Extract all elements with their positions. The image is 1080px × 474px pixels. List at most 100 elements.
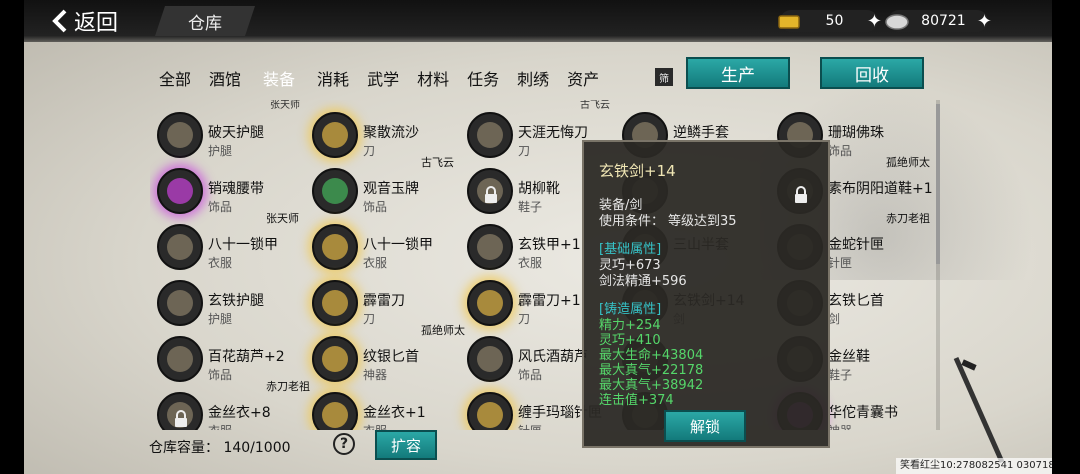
- sword-icon: [467, 280, 513, 326]
- item-type: 针匣: [828, 256, 853, 270]
- item-type: 饰品: [828, 144, 853, 158]
- item-type: 神器: [363, 368, 388, 382]
- item-type: 饰品: [363, 200, 388, 214]
- item-slot[interactable]: 玄铁护腿 护腿: [150, 276, 300, 334]
- item-slot[interactable]: 破天护腿 护腿: [150, 108, 300, 166]
- silver-value: 80721: [921, 13, 966, 29]
- tab-quest[interactable]: 任务: [467, 66, 499, 90]
- back-button[interactable]: 返回: [52, 6, 118, 36]
- jade-icon: [312, 168, 358, 214]
- add-silver-icon[interactable]: ✦: [977, 11, 992, 32]
- tab-warehouse[interactable]: 仓库: [155, 6, 255, 36]
- item-type: 刀: [363, 312, 376, 326]
- unlock-button[interactable]: 解锁: [664, 410, 746, 442]
- item-name: 逆鳞手套: [673, 125, 729, 141]
- tab-warehouse-label: 仓库: [188, 13, 222, 34]
- add-gold-icon[interactable]: ✦: [867, 11, 882, 32]
- grid-scrollbar[interactable]: [936, 100, 940, 430]
- forge-stat: 连击值+374: [599, 393, 674, 408]
- item-name: 胡柳靴: [518, 181, 560, 197]
- sword-icon: [312, 112, 358, 158]
- tab-all[interactable]: 全部: [159, 66, 191, 90]
- capacity-text: 仓库容量： 140/1000: [149, 437, 291, 457]
- item-type: 护腿: [208, 144, 233, 158]
- left-edge: [0, 0, 24, 474]
- produce-button[interactable]: 生产: [686, 57, 790, 89]
- item-name: 八十一锁甲: [363, 237, 433, 253]
- tooltip-title: 玄铁剑+14: [599, 162, 676, 180]
- item-type: 饰品: [208, 368, 233, 382]
- lock-icon: [175, 410, 187, 427]
- capacity-value: 140/1000: [223, 440, 291, 456]
- tab-material[interactable]: 材料: [417, 66, 449, 90]
- item-type: 衣服: [208, 422, 232, 430]
- item-slot[interactable]: 纹银匕首 神器: [305, 332, 455, 390]
- item-name: 聚散流沙: [363, 125, 419, 141]
- item-type: 衣服: [518, 256, 543, 270]
- leg-armor-icon: [157, 280, 203, 326]
- base-stat: 剑法精通+596: [599, 274, 687, 289]
- item-name: 霹雷刀: [363, 293, 405, 309]
- item-slot[interactable]: 销魂腰带 饰品 张天师: [150, 164, 300, 225]
- item-type: 鞋子: [518, 200, 543, 214]
- tab-tavern[interactable]: 酒馆: [209, 66, 241, 90]
- item-name: 金蛇针匣: [828, 237, 884, 253]
- sword-icon: [312, 280, 358, 326]
- item-slot[interactable]: 霹雷刀刀孤绝师太: [305, 276, 465, 337]
- item-name: 霹雷刀+1: [518, 293, 581, 309]
- game-screen: 返回 仓库 50 ✦ 80721 ✦ 全部 酒馆 装备 消耗 武学 材料 任务 …: [0, 0, 1080, 474]
- item-slot[interactable]: 观音玉牌 饰品: [305, 164, 455, 222]
- armor-icon: [467, 224, 513, 270]
- item-type: 饰品: [208, 200, 233, 214]
- item-name: 珊瑚佛珠: [828, 125, 884, 141]
- item-name: 玄铁甲+1: [518, 237, 581, 253]
- dagger-icon: [312, 336, 358, 382]
- needle-box-icon: [467, 392, 513, 430]
- recycle-button[interactable]: 回收: [820, 57, 924, 89]
- item-slot[interactable]: 百花葫芦+2 饰品 赤刀老祖: [150, 332, 310, 393]
- help-button[interactable]: ?: [333, 433, 355, 455]
- item-name: 破天护腿: [208, 125, 264, 141]
- item-name: 风氏酒葫芦: [518, 349, 588, 365]
- right-edge: [1052, 0, 1080, 474]
- condition-label: 使用条件：: [599, 214, 665, 229]
- armor-icon: [312, 392, 358, 430]
- filter-button[interactable]: 筛: [655, 68, 673, 86]
- item-name: 观音玉牌: [363, 181, 419, 197]
- item-type: 鞋子: [828, 368, 853, 382]
- leg-armor-icon: [157, 112, 203, 158]
- item-name: 销魂腰带: [208, 181, 264, 197]
- silver-ingot-icon: [885, 14, 909, 30]
- item-name: 华佗青囊书: [828, 405, 898, 421]
- category-tabs: 全部 酒馆 装备 消耗 武学 材料 任务 刺绣 资产: [150, 66, 608, 90]
- item-name: 八十一锁甲: [208, 237, 278, 253]
- back-arrow-icon: [52, 9, 67, 33]
- sword-decoration-icon: [953, 356, 1005, 464]
- item-slot[interactable]: 聚散流沙刀古飞云: [305, 108, 455, 169]
- item-name: 天涯无悔刀: [518, 125, 588, 141]
- tab-consumable[interactable]: 消耗: [317, 66, 349, 90]
- tab-equipment[interactable]: 装备: [259, 66, 299, 90]
- credit-watermark: 笑看红尘10:278082541 03071838: [896, 458, 1067, 474]
- condition-value: 等级达到35: [668, 214, 737, 229]
- back-label: 返回: [74, 11, 119, 36]
- tab-martial[interactable]: 武学: [367, 66, 399, 90]
- tab-embroidery[interactable]: 刺绣: [517, 66, 549, 90]
- lock-icon: [485, 186, 497, 203]
- sword-icon: [467, 112, 513, 158]
- item-slot[interactable]: 八十一锁甲 衣服: [305, 220, 455, 278]
- item-type: 衣服: [363, 422, 387, 430]
- tab-assets[interactable]: 资产: [567, 66, 599, 90]
- item-type: 刀: [363, 144, 376, 158]
- item-type: 衣服: [208, 256, 233, 270]
- item-name: 玄铁匕首: [828, 293, 884, 309]
- item-name: 纹银匕首: [363, 349, 419, 365]
- expand-capacity-button[interactable]: 扩容: [375, 430, 437, 460]
- gold-currency: 50 ✦: [778, 10, 882, 32]
- item-slot[interactable]: 金丝衣+1衣服: [305, 388, 455, 430]
- item-type: 针匣: [518, 422, 542, 430]
- item-type: 刀: [518, 144, 531, 158]
- item-slot[interactable]: 金丝衣+8衣服: [150, 388, 300, 430]
- item-slot[interactable]: 八十一锁甲 衣服: [150, 220, 300, 278]
- scroll-thumb[interactable]: [936, 104, 940, 264]
